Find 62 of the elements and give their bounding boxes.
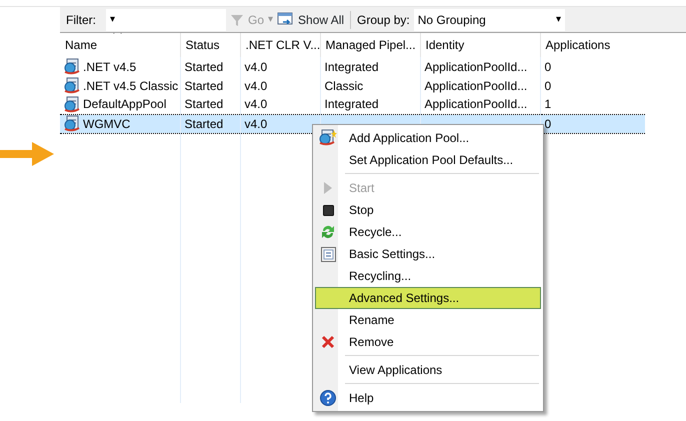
menu-item[interactable]: Recycling... — [315, 265, 541, 287]
table-cell-text: .NET v4.5 Classic — [83, 78, 178, 94]
table-cell: 1 — [544, 97, 552, 112]
settings-icon — [320, 246, 336, 262]
column-header[interactable]: .NET CLR V... — [240, 33, 320, 57]
app-pool-icon — [64, 115, 80, 132]
column-header[interactable]: Managed Pipel... — [320, 33, 420, 57]
table-cell: v4.0 — [244, 60, 268, 74]
filter-label: Filter: — [66, 12, 96, 28]
menu-item[interactable]: Recycle... — [315, 221, 541, 243]
table-cell: Started — [184, 78, 224, 92]
menu-item[interactable]: Stop — [315, 199, 541, 221]
table-cell: v4.0 — [244, 78, 268, 92]
column-header[interactable]: Identity — [420, 33, 540, 57]
app-pool-icon — [64, 96, 80, 113]
table-cell: v4.0 — [244, 97, 268, 112]
play-icon — [323, 182, 333, 194]
table-cell: Started — [184, 60, 224, 74]
table-cell: ApplicationPoolId... — [424, 78, 528, 92]
table-cell-text: WGMVC — [83, 116, 130, 132]
table-cell-text: DefaultAppPool — [83, 96, 166, 114]
remove-icon — [321, 335, 335, 349]
group-by-dropdown[interactable]: No Grouping ▾ — [414, 8, 565, 30]
table-cell: ApplicationPoolId... — [424, 97, 528, 112]
table-cell: Started — [184, 116, 224, 130]
filter-field[interactable]: ▾ — [106, 8, 226, 30]
column-header[interactable]: Name — [60, 33, 180, 57]
table-cell: 0 — [544, 116, 552, 130]
dropdown-caret[interactable]: ▾ — [110, 12, 115, 27]
group-by-value: No Grouping — [418, 12, 486, 28]
stop-icon — [322, 204, 334, 216]
menu-item[interactable]: Rename — [315, 309, 541, 331]
menu-item[interactable]: View Applications — [315, 359, 541, 381]
menu-item[interactable]: Basic Settings... — [315, 243, 541, 265]
table-cell: v4.0 — [244, 116, 268, 130]
menu-item[interactable]: Help — [315, 387, 541, 409]
table-cell: Classic — [324, 78, 364, 92]
column-header[interactable]: Status — [180, 33, 240, 57]
table-cell: 0 — [544, 78, 552, 92]
recycle-icon — [321, 224, 335, 240]
app-pool-icon — [64, 58, 80, 75]
help-icon — [320, 390, 336, 406]
menu-item[interactable]: Set Application Pool Defaults... — [315, 149, 541, 171]
table-cell: Started — [184, 97, 224, 112]
arrow-icon — [0, 141, 55, 167]
app-pool-icon — [64, 77, 80, 94]
table-row[interactable]: .NET v4.5 Started v4.0 Integrated ApplicationPoolId... 0 — [60, 57, 645, 76]
group-by-label: Group by: — [357, 12, 410, 28]
menu-item[interactable]: Remove — [315, 331, 541, 353]
table-cell: ApplicationPoolId... — [424, 60, 528, 74]
filter-icon[interactable] — [230, 12, 244, 26]
dropdown-caret[interactable]: ▾ — [556, 12, 561, 27]
show-all-icon — [277, 12, 296, 28]
table-cell: 0 — [544, 60, 552, 74]
show-all-button[interactable]: Show All — [277, 10, 344, 28]
table-row[interactable]: .NET v4.5 Classic Started v4.0 Classic ApplicationPoolId... 0 — [60, 76, 645, 95]
add-pool-icon — [319, 129, 337, 147]
table-cell: Integrated — [324, 97, 379, 112]
table-cell: Integrated — [324, 60, 379, 74]
menu-item[interactable]: Advanced Settings... — [315, 287, 541, 309]
column-header[interactable]: Applications — [540, 33, 645, 57]
table-cell-text: .NET v4.5 — [83, 58, 136, 76]
